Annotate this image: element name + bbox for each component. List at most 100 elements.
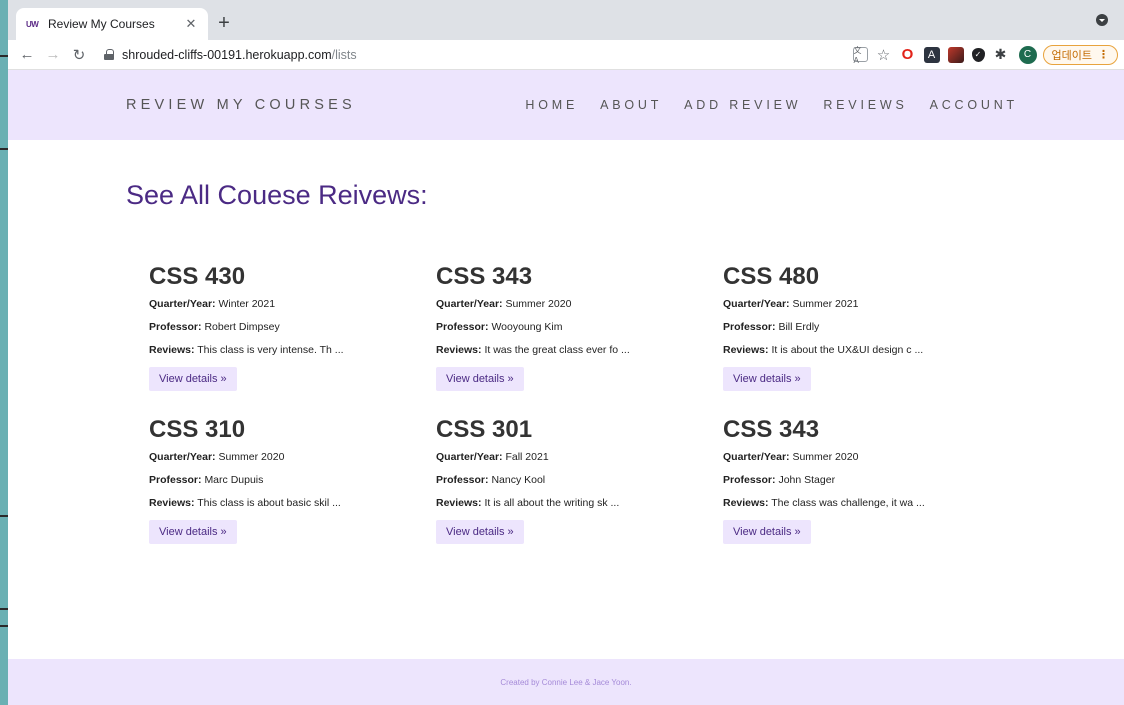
- reviews-label: Reviews:: [436, 344, 482, 356]
- reviews-label: Reviews:: [723, 344, 769, 356]
- reviews-field: Reviews: It is all about the writing sk …: [436, 496, 723, 510]
- professor-value: John Stager: [778, 474, 836, 486]
- quarter-label: Quarter/Year:: [436, 451, 503, 463]
- professor-label: Professor:: [723, 474, 776, 486]
- view-details-button[interactable]: View details »: [436, 520, 524, 544]
- review-excerpt: It was the great class ever fo ...: [484, 344, 630, 356]
- professor-field: Professor: Nancy Kool: [436, 473, 723, 487]
- address-bar[interactable]: shrouded-cliffs-00191.herokuapp.com/list…: [96, 43, 853, 67]
- quarter-field: Quarter/Year: Summer 2020: [436, 297, 723, 311]
- course-code: CSS 301: [436, 416, 533, 443]
- review-excerpt: This class is very intense. Th ...: [197, 344, 344, 356]
- uw-favicon-icon: UW: [26, 19, 39, 29]
- extension-a-icon[interactable]: A: [923, 46, 940, 63]
- professor-label: Professor:: [436, 474, 489, 486]
- professor-label: Professor:: [436, 321, 489, 333]
- nav-reviews[interactable]: REVIEWS: [823, 98, 907, 112]
- quarter-label: Quarter/Year:: [723, 451, 790, 463]
- reload-icon[interactable]: ↻: [66, 46, 92, 64]
- reviews-label: Reviews:: [436, 497, 482, 509]
- profile-avatar[interactable]: C: [1018, 45, 1037, 64]
- forward-icon[interactable]: →: [40, 46, 66, 63]
- reviews-field: Reviews: It was the great class ever fo …: [436, 343, 723, 357]
- professor-label: Professor:: [723, 321, 776, 333]
- quarter-value: Summer 2021: [792, 298, 859, 310]
- tab-review-my-courses[interactable]: UW Review My Courses ✕: [16, 8, 208, 40]
- extension-icons: 文A ☆ O A ✓ ✱: [852, 46, 1009, 65]
- professor-value: Wooyoung Kim: [491, 321, 563, 333]
- professor-field: Professor: Bill Erdly: [723, 320, 1010, 334]
- update-label: 업데이트: [1051, 49, 1092, 62]
- review-excerpt: It is all about the writing sk ...: [484, 497, 620, 509]
- reviews-label: Reviews:: [149, 344, 195, 356]
- course-card: CSS 310 Quarter/Year: Summer 2020 Profes…: [149, 416, 436, 550]
- quarter-field: Quarter/Year: Fall 2021: [436, 450, 723, 464]
- site-brand[interactable]: REVIEW MY COURSES: [126, 97, 356, 113]
- lock-icon[interactable]: [104, 49, 114, 60]
- shield-icon[interactable]: ✓: [971, 47, 985, 62]
- quarter-value: Summer 2020: [792, 451, 859, 463]
- professor-field: Professor: Marc Dupuis: [149, 473, 436, 487]
- url-path: /lists: [331, 47, 357, 62]
- translate-icon[interactable]: 文A: [852, 46, 868, 65]
- course-code: CSS 310: [149, 416, 246, 443]
- reviews-label: Reviews:: [149, 497, 195, 509]
- view-details-button[interactable]: View details »: [723, 520, 811, 544]
- quarter-label: Quarter/Year:: [723, 298, 790, 310]
- nav-account[interactable]: ACCOUNT: [930, 98, 1018, 112]
- tab-title: Review My Courses: [48, 17, 155, 31]
- quarter-value: Summer 2020: [505, 298, 572, 310]
- quarter-label: Quarter/Year:: [436, 298, 503, 310]
- extensions-puzzle-icon[interactable]: ✱: [993, 46, 1009, 63]
- nav-about[interactable]: ABOUT: [600, 98, 662, 112]
- quarter-field: Quarter/Year: Summer 2020: [723, 450, 1010, 464]
- close-icon[interactable]: ✕: [184, 16, 198, 32]
- view-details-button[interactable]: View details »: [723, 367, 811, 391]
- page-title: See All Couese Reivews:: [126, 180, 428, 210]
- view-details-button[interactable]: View details »: [149, 520, 237, 544]
- professor-field: Professor: John Stager: [723, 473, 1010, 487]
- course-code: CSS 430: [149, 263, 246, 290]
- footer-credit: Created by Connie Lee & Jace Yoon.: [500, 677, 632, 687]
- review-excerpt: It is about the UX&UI design c ...: [771, 344, 924, 356]
- url-host: shrouded-cliffs-00191.herokuapp.com: [122, 47, 332, 62]
- opera-extension-icon[interactable]: O: [900, 46, 916, 63]
- extension-image-icon[interactable]: [947, 46, 964, 63]
- reviews-label: Reviews:: [723, 497, 769, 509]
- main-content: See All Couese Reivews: CSS 430 Quarter/…: [8, 180, 1124, 550]
- nav-add-review[interactable]: ADD REVIEW: [684, 98, 801, 112]
- desktop-background: [0, 0, 8, 705]
- professor-label: Professor:: [149, 321, 202, 333]
- site-header: REVIEW MY COURSES HOME ABOUT ADD REVIEW …: [8, 70, 1124, 140]
- view-details-button[interactable]: View details »: [149, 367, 237, 391]
- quarter-value: Winter 2021: [218, 298, 276, 310]
- reviews-field: Reviews: It is about the UX&UI design c …: [723, 343, 1010, 357]
- menu-dots-icon: ⋮: [1098, 49, 1109, 61]
- quarter-label: Quarter/Year:: [149, 451, 216, 463]
- professor-value: Robert Dimpsey: [204, 321, 280, 333]
- quarter-value: Summer 2020: [218, 451, 285, 463]
- back-icon[interactable]: ←: [14, 46, 40, 63]
- update-button[interactable]: 업데이트 ⋮: [1042, 44, 1118, 65]
- quarter-field: Quarter/Year: Summer 2020: [149, 450, 436, 464]
- course-card: CSS 480 Quarter/Year: Summer 2021 Profes…: [723, 263, 1010, 397]
- professor-value: Nancy Kool: [491, 474, 546, 486]
- reviews-field: Reviews: This class is about basic skil …: [149, 496, 436, 510]
- professor-value: Bill Erdly: [778, 321, 820, 333]
- nav-home[interactable]: HOME: [525, 98, 578, 112]
- course-code: CSS 343: [436, 263, 533, 290]
- tab-search-icon[interactable]: [1096, 14, 1108, 26]
- professor-field: Professor: Robert Dimpsey: [149, 320, 436, 334]
- quarter-field: Quarter/Year: Summer 2021: [723, 297, 1010, 311]
- quarter-value: Fall 2021: [505, 451, 549, 463]
- new-tab-icon[interactable]: +: [214, 13, 234, 33]
- view-details-button[interactable]: View details »: [436, 367, 524, 391]
- tab-strip: UW Review My Courses ✕ +: [8, 0, 1124, 40]
- professor-field: Professor: Wooyoung Kim: [436, 320, 723, 334]
- reviews-field: Reviews: This class is very intense. Th …: [149, 343, 436, 357]
- bookmark-star-icon[interactable]: ☆: [876, 47, 892, 64]
- course-grid: CSS 430 Quarter/Year: Winter 2021 Profes…: [149, 263, 1124, 550]
- quarter-label: Quarter/Year:: [149, 298, 216, 310]
- browser-toolbar: ← → ↻ shrouded-cliffs-00191.herokuapp.co…: [8, 40, 1124, 70]
- site-footer: Created by Connie Lee & Jace Yoon.: [8, 659, 1124, 705]
